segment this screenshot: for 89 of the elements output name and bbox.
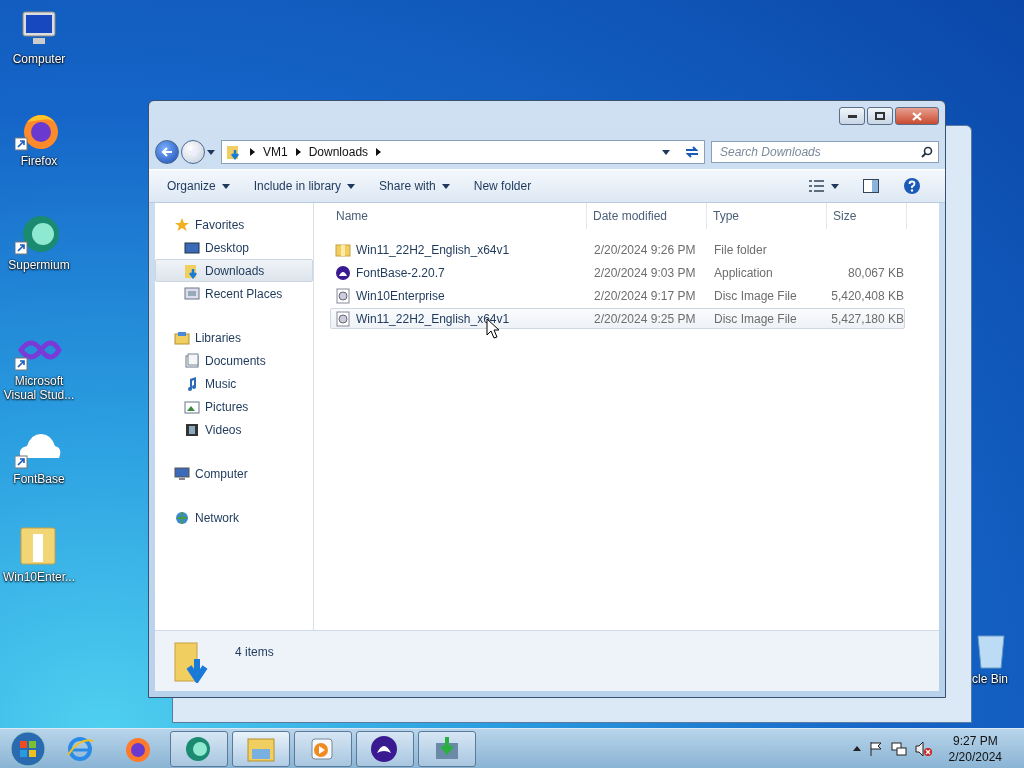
desktop-icon-label[interactable]: cle Bin (971, 672, 1008, 686)
toolbar-button[interactable]: Organize (161, 175, 242, 197)
pane-icon (863, 179, 879, 193)
monitor-icon (184, 239, 200, 256)
caret-icon (347, 183, 356, 189)
desktop-icon[interactable]: Firefox (0, 110, 78, 168)
arrow-right-icon (187, 147, 199, 157)
minimize-button[interactable] (839, 107, 865, 125)
nav-item[interactable]: Downloads (155, 259, 313, 282)
nav-item[interactable]: Favorites (155, 213, 313, 236)
nav-item[interactable]: Recent Places (155, 282, 313, 305)
document-icon (184, 352, 200, 369)
nav-item[interactable]: Documents (155, 349, 313, 372)
nav-item[interactable]: Videos (155, 418, 313, 441)
toolbar-button[interactable]: Share with (373, 175, 462, 197)
forward-button[interactable] (181, 140, 205, 164)
nav-item[interactable]: Desktop (155, 236, 313, 259)
caret-icon (221, 183, 230, 189)
desktop-icon-label: Firefox (20, 154, 58, 168)
library-icon (174, 329, 190, 346)
file-row[interactable]: Win10Enterprise 2/20/2024 9:17 PM Disc Image File 5,420,408 KB (330, 285, 905, 306)
download-folder-icon (226, 144, 242, 160)
nav-item[interactable]: Pictures (155, 395, 313, 418)
file-row[interactable]: Win11_22H2_English_x64v1 2/20/2024 9:25 PM Disc Image File 5,427,180 KB (330, 308, 905, 329)
breadcrumb[interactable]: VM1 (263, 145, 288, 159)
disc-image-icon (335, 287, 351, 304)
browser-icon (66, 734, 96, 763)
chevron-icon (295, 148, 301, 156)
download-folder-icon (184, 262, 200, 279)
star-icon (174, 216, 190, 233)
close-button[interactable] (895, 107, 939, 125)
nav-item[interactable]: Computer (155, 462, 313, 485)
desktop-icon-label: Supermium (8, 258, 70, 272)
desktop-icon-label: Microsoft Visual Stud... (2, 374, 76, 402)
folder-icon (335, 241, 351, 258)
film-icon (184, 421, 200, 438)
caret-icon (207, 149, 215, 155)
download-folder-icon (173, 639, 209, 683)
caret-icon (441, 183, 450, 189)
arrow-left-icon (161, 147, 173, 157)
column-header[interactable]: Date modified (593, 209, 668, 223)
back-button[interactable] (155, 140, 179, 164)
minimize-icon (847, 114, 857, 118)
search-icon (921, 146, 933, 158)
column-header[interactable]: Name (336, 209, 368, 223)
desktop-icon[interactable]: Supermium (0, 214, 78, 272)
nav-item[interactable]: Libraries (155, 326, 313, 349)
search-field[interactable]: Search Downloads (711, 141, 939, 163)
toolbar-button[interactable]: Include in library (247, 175, 368, 197)
desktop-icon-label: Win10Enter... (2, 570, 75, 584)
taskbar-button[interactable] (356, 730, 414, 767)
muted-speaker-icon (914, 740, 933, 757)
app-icon (370, 734, 400, 763)
item-count: 4 items (235, 645, 274, 659)
taskbar-button[interactable] (294, 730, 352, 767)
column-header[interactable]: Type (713, 209, 739, 223)
address-bar[interactable]: VM1 Downloads (221, 140, 705, 164)
globe-icon (174, 509, 190, 526)
nav-item[interactable]: Music (155, 372, 313, 395)
windows-logo-icon (10, 730, 46, 767)
list-view-icon (809, 180, 825, 192)
file-row[interactable]: Win11_22H2_English_x64v1 2/20/2024 9:26 PM File folder (330, 239, 905, 260)
window-icon (184, 285, 200, 302)
desktop-icon-label: FontBase (13, 472, 65, 486)
caret-icon (831, 183, 839, 189)
close-icon (912, 111, 922, 121)
network-icon (890, 740, 907, 757)
refresh-icon (684, 145, 700, 159)
chevron-up-icon (852, 746, 861, 751)
picture-icon (184, 398, 200, 415)
flag-icon (868, 740, 883, 757)
column-header[interactable]: Size (833, 209, 857, 223)
computer-icon (174, 465, 190, 482)
chevron-icon (250, 148, 255, 156)
caret-icon (662, 149, 670, 155)
desktop-icon-label: Computer (12, 52, 66, 66)
file-row[interactable]: FontBase-2.20.7 2/20/2024 9:03 PM Application 80,067 KB (330, 262, 905, 283)
maximize-icon (875, 112, 885, 120)
help-icon (903, 177, 921, 195)
disc-image-icon (335, 310, 351, 327)
chevron-icon (376, 148, 382, 156)
clock-date[interactable]: 2/20/2024 (948, 748, 1002, 765)
app-icon (335, 264, 351, 281)
desktop-icon[interactable]: Computer (0, 8, 78, 66)
nav-item[interactable]: Network (155, 506, 313, 529)
clock-time[interactable]: 9:27 PM (952, 732, 998, 749)
breadcrumb[interactable]: Downloads (308, 145, 369, 159)
toolbar-button[interactable]: New folder (467, 175, 544, 197)
maximize-button[interactable] (867, 107, 893, 125)
